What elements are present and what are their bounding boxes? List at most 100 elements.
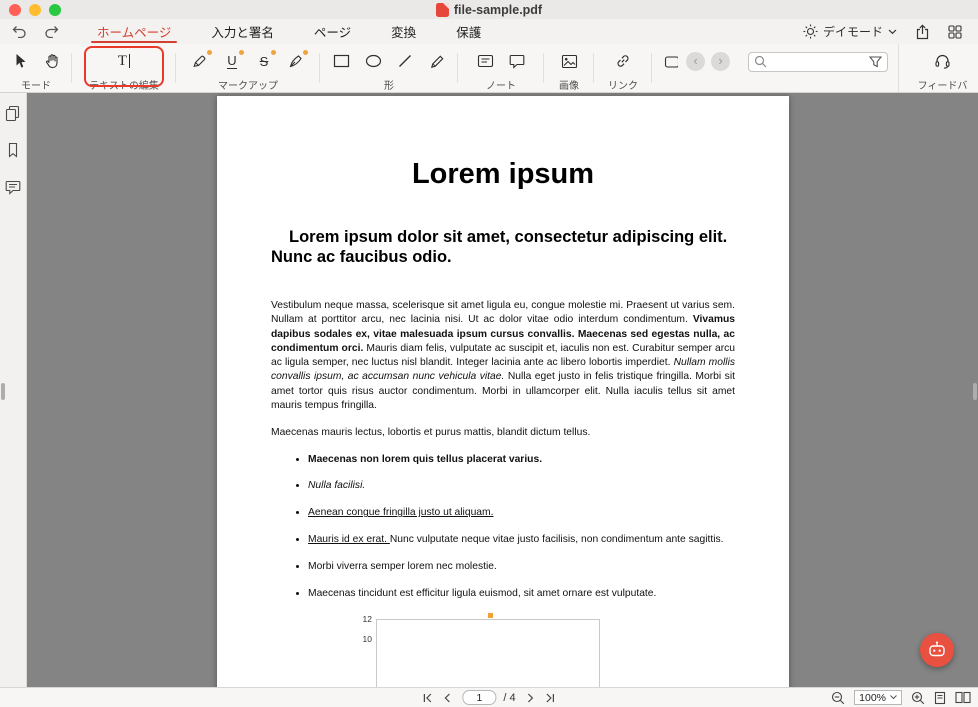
facing-pages-view-button[interactable] xyxy=(955,691,971,704)
tab-protect[interactable]: 保護 xyxy=(436,19,501,44)
underline-glyph: U xyxy=(227,54,236,69)
toolbar-scroll-buttons: ‹ › xyxy=(678,47,738,76)
image-tool-button[interactable] xyxy=(557,49,581,73)
chart-legend-marker xyxy=(488,613,493,618)
tab-home[interactable]: ホームページ xyxy=(77,19,191,44)
redo-button[interactable] xyxy=(42,23,61,40)
group-partial xyxy=(652,44,678,92)
filter-funnel-icon[interactable] xyxy=(869,56,882,68)
ribbon-tab-bar: ホームページ 入力と署名 ページ 変換 保護 デイモード xyxy=(0,19,978,44)
pdf-file-icon xyxy=(436,3,449,17)
doc-paragraph-1: Vestibulum neque massa, scelerisque sit … xyxy=(271,299,735,413)
page-navigation: / 4 xyxy=(422,688,555,707)
previous-page-button[interactable] xyxy=(443,693,451,703)
list-item: Morbi viverra semper lorem nec molestie. xyxy=(308,560,735,574)
search-input[interactable] xyxy=(771,56,865,68)
assistant-robot-button[interactable] xyxy=(920,633,954,667)
doc-paragraph-2: Maecenas mauris lectus, lobortis et puru… xyxy=(271,426,735,440)
highlight-tool-button[interactable] xyxy=(188,49,212,73)
group-shapes: 形 xyxy=(320,44,458,92)
group-image: 画像 xyxy=(544,44,594,92)
rectangle-tool-button[interactable] xyxy=(329,49,353,73)
list-item: Maecenas tincidunt est efficitur ligula … xyxy=(308,587,735,601)
list-item: Maecenas non lorem quis tellus placerat … xyxy=(308,453,735,467)
chart-y-axis: 12 10 xyxy=(271,614,376,654)
first-page-button[interactable] xyxy=(422,693,432,703)
select-tool-button[interactable] xyxy=(8,49,32,73)
toolbar-scroll-left-button[interactable]: ‹ xyxy=(686,52,705,71)
pencil-tool-button[interactable] xyxy=(425,49,449,73)
edit-text-glyph: T xyxy=(118,53,127,70)
link-tool-button[interactable] xyxy=(611,49,635,73)
group-notes: ノート xyxy=(458,44,544,92)
group-text-edit: T テキストの編集 xyxy=(72,44,176,92)
window-title: file-sample.pdf xyxy=(436,3,542,17)
hand-tool-button[interactable] xyxy=(40,49,64,73)
thumbnails-panel-button[interactable] xyxy=(3,103,23,123)
group-mode: モード xyxy=(0,44,72,92)
zoom-controls: 100% xyxy=(831,688,971,707)
tab-page[interactable]: ページ xyxy=(294,19,371,44)
group-link-label: リンク xyxy=(608,77,638,92)
group-image-label: 画像 xyxy=(559,77,579,92)
apps-grid-button[interactable] xyxy=(948,25,962,39)
strikethrough-tool-button[interactable]: S xyxy=(252,49,276,73)
robot-icon xyxy=(927,640,947,660)
search-field[interactable] xyxy=(748,52,888,72)
day-mode-label: デイモード xyxy=(823,23,883,40)
tab-convert[interactable]: 変換 xyxy=(371,19,436,44)
zoom-window-button[interactable] xyxy=(49,4,61,16)
doc-heading: Lorem ipsum dolor sit amet, consectetur … xyxy=(271,227,735,267)
ellipse-tool-button[interactable] xyxy=(361,49,385,73)
text-caret-icon xyxy=(129,54,130,68)
list-item: Aenean congue fringilla justo ut aliquam… xyxy=(308,506,735,520)
underline-tool-button[interactable]: U xyxy=(220,49,244,73)
main-area: Lorem ipsum Lorem ipsum dolor sit amet, … xyxy=(0,93,978,687)
window-titlebar: file-sample.pdf xyxy=(0,0,978,19)
line-tool-button[interactable] xyxy=(393,49,417,73)
group-link: リンク xyxy=(594,44,652,92)
feedback-headset-button[interactable] xyxy=(931,49,955,73)
text-note-tool-button[interactable] xyxy=(473,49,497,73)
chevron-down-icon xyxy=(888,29,897,35)
page-number-input[interactable] xyxy=(462,690,496,705)
pdf-page[interactable]: Lorem ipsum Lorem ipsum dolor sit amet, … xyxy=(217,96,789,687)
tab-fill-sign[interactable]: 入力と署名 xyxy=(191,19,294,44)
single-page-view-button[interactable] xyxy=(934,691,946,705)
document-canvas: Lorem ipsum Lorem ipsum dolor sit amet, … xyxy=(27,93,978,687)
edit-text-button[interactable]: T xyxy=(112,49,136,73)
zoom-level-select[interactable]: 100% xyxy=(854,690,902,705)
chevron-down-icon xyxy=(890,695,897,700)
zoom-out-button[interactable] xyxy=(831,691,845,705)
day-mode-toggle[interactable]: デイモード xyxy=(803,23,897,40)
last-page-button[interactable] xyxy=(546,693,556,703)
search-icon xyxy=(754,55,767,68)
chart-fragment: 12 10 xyxy=(271,619,735,687)
main-toolbar: モード T テキストの編集 U S マークアップ xyxy=(0,44,978,93)
group-markup-label: マークアップ xyxy=(218,77,278,92)
bookmarks-panel-button[interactable] xyxy=(3,140,23,160)
comment-tool-button[interactable] xyxy=(505,49,529,73)
doc-bullet-list: Maecenas non lorem quis tellus placerat … xyxy=(271,453,735,601)
share-button[interactable] xyxy=(915,24,930,40)
group-feedback-label: フィードバ xyxy=(918,77,968,92)
comments-panel-button[interactable] xyxy=(3,177,23,197)
vertical-scrollbar-thumb[interactable] xyxy=(973,383,977,400)
pen-tool-button[interactable] xyxy=(284,49,308,73)
minimize-window-button[interactable] xyxy=(29,4,41,16)
zoom-in-button[interactable] xyxy=(911,691,925,705)
undo-button[interactable] xyxy=(10,23,29,40)
close-window-button[interactable] xyxy=(9,4,21,16)
left-pane-handle[interactable] xyxy=(1,383,5,400)
list-item: Mauris id ex erat. Nunc vulputate neque … xyxy=(308,533,735,547)
page-total-label: / 4 xyxy=(503,692,515,704)
list-item: Nulla facilisi. xyxy=(308,479,735,493)
window-title-text: file-sample.pdf xyxy=(454,3,542,17)
group-notes-label: ノート xyxy=(486,77,516,92)
sun-icon xyxy=(803,24,818,39)
status-bar: / 4 100% xyxy=(0,687,978,707)
next-page-button[interactable] xyxy=(527,693,535,703)
toolbar-scroll-right-button[interactable]: › xyxy=(711,52,730,71)
traffic-lights xyxy=(9,4,61,16)
partial-tool-button[interactable] xyxy=(660,50,678,74)
